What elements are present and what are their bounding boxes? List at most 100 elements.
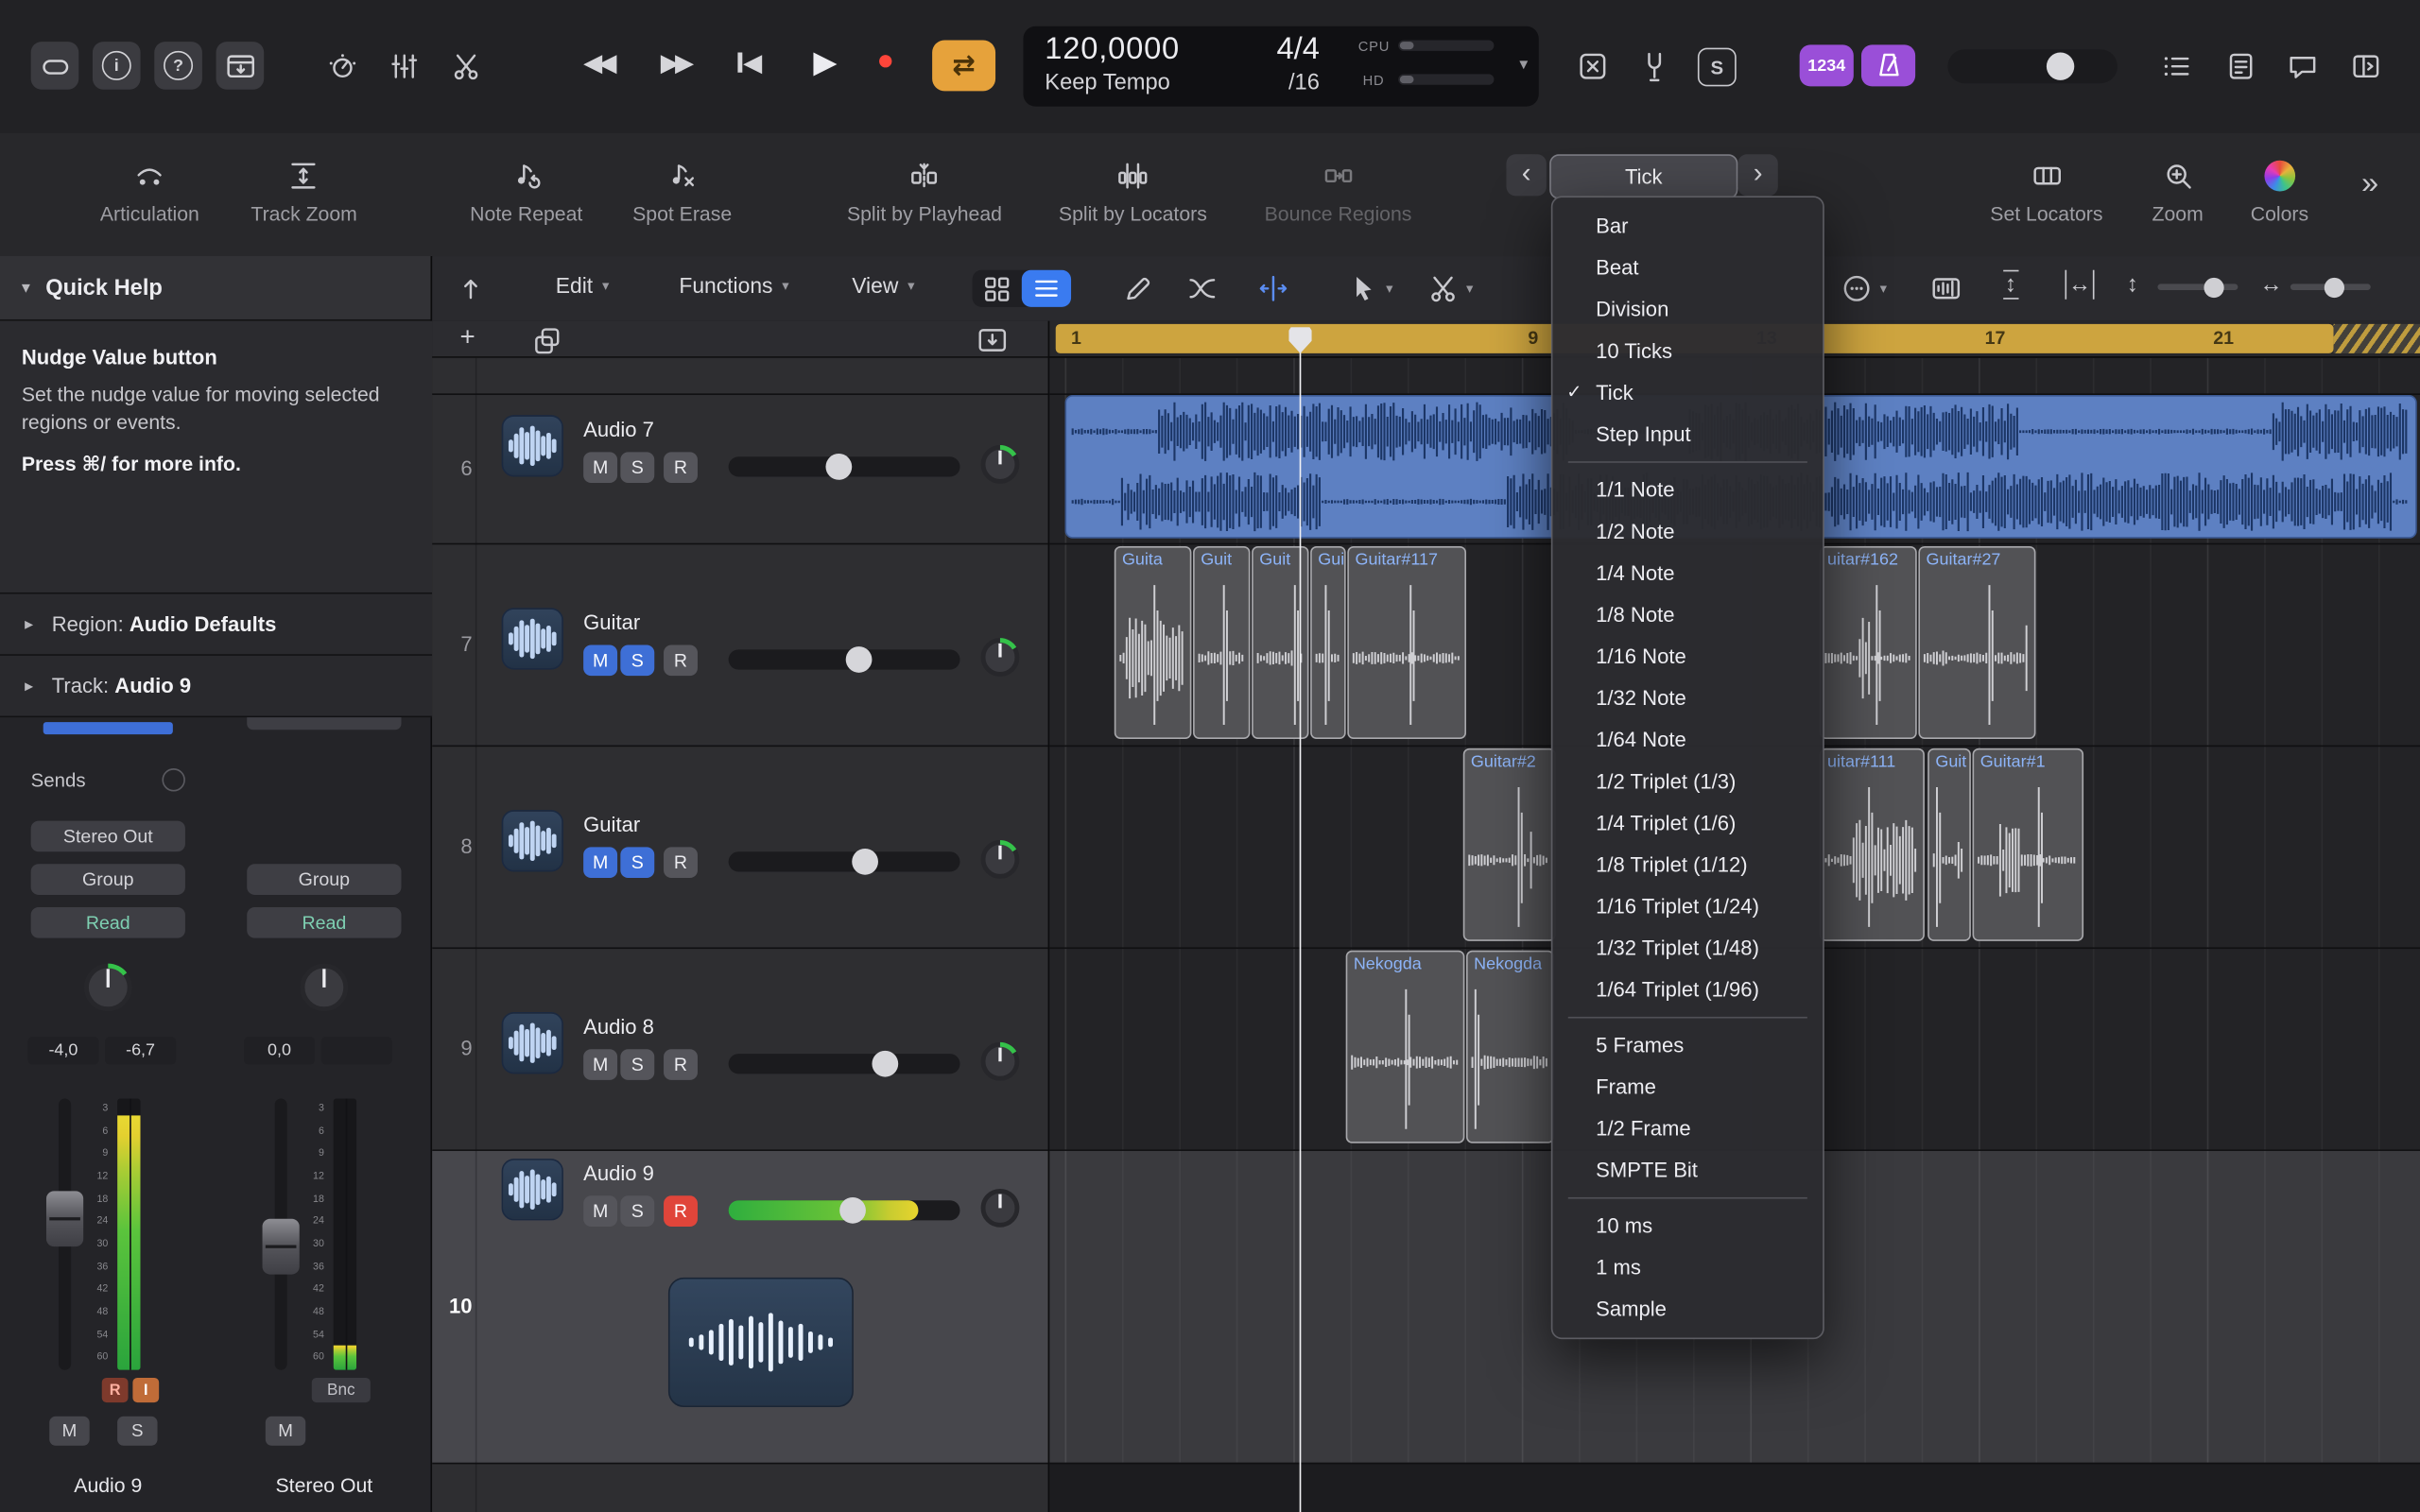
volume-slider[interactable] [729, 851, 960, 871]
record-button[interactable]: ● [876, 44, 894, 78]
pan-knob[interactable] [978, 636, 1022, 679]
play-button[interactable]: ▶ [813, 43, 837, 82]
record-enable-button[interactable]: R [102, 1378, 129, 1402]
audio-region-guit[interactable]: Guit [1927, 748, 1971, 941]
track-number[interactable]: 7 [432, 543, 472, 746]
split-by-playhead-button[interactable]: Split by Playhead [847, 151, 1002, 225]
menu-item-1-16-note[interactable]: 1/16 Note [1552, 636, 1823, 678]
view-menu[interactable]: View▾ [852, 273, 914, 298]
go-to-beginning-button[interactable]: ◀ [737, 48, 762, 79]
waveform-zoom-button[interactable] [1929, 271, 1963, 305]
vertical-zoom-thumb[interactable] [2204, 277, 2223, 297]
nudge-value-button[interactable]: Tick [1549, 154, 1737, 198]
group-button[interactable]: Group [31, 864, 185, 895]
volume-thumb[interactable] [846, 646, 873, 673]
track-icon-large[interactable] [668, 1278, 854, 1407]
menu-item-1-32-note[interactable]: 1/32 Note [1552, 678, 1823, 719]
pan-knob[interactable] [978, 1187, 1022, 1230]
track-import-button[interactable] [976, 324, 1010, 358]
list-editors-button[interactable] [2157, 48, 2194, 85]
audio-region-uitar-111[interactable]: uitar#111 [1820, 748, 1925, 941]
menu-item-1-16-triplet-1-24[interactable]: 1/16 Triplet (1/24) [1552, 885, 1823, 927]
record-enable-button[interactable]: R [664, 1195, 698, 1227]
peak-value[interactable]: -6,7 [105, 1037, 176, 1064]
set-locators-button[interactable]: Set Locators [1990, 151, 2102, 225]
audio-region-guitar-2[interactable]: Guitar#2 [1463, 748, 1556, 941]
lcd-chevron-icon[interactable]: ▾ [1519, 54, 1528, 74]
record-enable-button[interactable]: R [664, 1049, 698, 1080]
record-enable-button[interactable]: R [664, 452, 698, 483]
spot-erase-button[interactable]: Spot Erase [632, 151, 732, 225]
volume-thumb[interactable] [872, 1051, 898, 1077]
menu-item-step-input[interactable]: Step Input [1552, 414, 1823, 455]
mute-button[interactable]: M [583, 644, 617, 676]
duplicate-track-button[interactable] [531, 324, 565, 358]
menu-item-1-4-triplet-1-6[interactable]: 1/4 Triplet (1/6) [1552, 802, 1823, 844]
menu-item-1-ms[interactable]: 1 ms [1552, 1246, 1823, 1288]
menu-item-1-8-note[interactable]: 1/8 Note [1552, 594, 1823, 636]
zoom-button[interactable]: Zoom [2152, 151, 2204, 225]
solo-button[interactable]: S [620, 452, 654, 483]
solo-button[interactable]: S [117, 1417, 157, 1446]
audio-region-nekogda[interactable]: Nekogda [1346, 951, 1465, 1143]
track-name[interactable]: Guitar [583, 813, 640, 835]
cycle-button[interactable]: ⇄ [932, 40, 995, 91]
track-header-guitar[interactable]: 8GuitarMSR [432, 746, 1049, 948]
sends-row[interactable]: Sends [31, 768, 185, 791]
menu-item-1-64-note[interactable]: 1/64 Note [1552, 719, 1823, 761]
pan-knob[interactable] [82, 961, 135, 1022]
track-number[interactable]: 6 [432, 393, 472, 542]
audio-region-guita[interactable]: Guita [1115, 546, 1192, 739]
count-in-button[interactable]: 1234 [1800, 44, 1854, 86]
inspector-button[interactable]: i [93, 42, 141, 90]
track-inspector-row[interactable]: ▸ Track: Audio 9 [0, 656, 432, 717]
mute-button[interactable]: M [583, 452, 617, 483]
volume-slider[interactable] [729, 1200, 960, 1220]
solo-mode-button[interactable]: S [1698, 48, 1737, 87]
mute-button[interactable]: M [266, 1417, 305, 1446]
flex-button[interactable] [1256, 271, 1290, 305]
audio-region-nekogda[interactable]: Nekogda [1466, 951, 1554, 1143]
track-header-audio-9[interactable]: 10Audio 9MSR [432, 1149, 1049, 1462]
lcd-display[interactable]: 120,0000 Keep Tempo 4/4 /16 CPU HD ▾ [1023, 26, 1538, 107]
nudge-forward-button[interactable]: › [1737, 154, 1777, 196]
automation-mode-button[interactable]: Read [31, 907, 185, 938]
toolbar-overflow-button[interactable]: » [2361, 166, 2378, 202]
browsers-button[interactable] [2347, 48, 2384, 85]
crossfade-tool-button[interactable] [1185, 271, 1219, 305]
track-icon[interactable] [502, 415, 563, 476]
menu-item-smpte-bit[interactable]: SMPTE Bit [1552, 1149, 1823, 1191]
send-knob[interactable] [162, 768, 184, 791]
solo-button[interactable]: S [620, 1195, 654, 1227]
audio-region-guitar-1[interactable]: Guitar#1 [1973, 748, 2084, 941]
volume-thumb[interactable] [825, 454, 852, 480]
nudge-back-button[interactable]: ‹ [1506, 154, 1546, 196]
pan-knob[interactable] [978, 443, 1022, 487]
pointer-tool-selector[interactable]: ▾ [1346, 271, 1393, 305]
volume-slider[interactable] [729, 649, 960, 669]
menu-item-1-8-triplet-1-12[interactable]: 1/8 Triplet (1/12) [1552, 844, 1823, 885]
track-name[interactable]: Audio 9 [583, 1161, 654, 1184]
menu-item-1-2-frame[interactable]: 1/2 Frame [1552, 1108, 1823, 1149]
menu-item-1-2-note[interactable]: 1/2 Note [1552, 510, 1823, 552]
autopunch-button[interactable] [1574, 48, 1611, 85]
solo-button[interactable]: S [620, 644, 654, 676]
track-icon[interactable] [502, 1012, 563, 1074]
track-number[interactable]: 8 [432, 746, 472, 948]
cut-button[interactable] [447, 48, 484, 85]
mixer-button[interactable] [386, 48, 423, 85]
track-icon[interactable] [502, 1159, 563, 1220]
track-zoom-button[interactable]: Track Zoom [251, 151, 356, 225]
track-icon[interactable] [502, 810, 563, 871]
pencil-tool-button[interactable] [1120, 271, 1154, 305]
track-icon[interactable] [502, 608, 563, 669]
horizontal-zoom-thumb[interactable] [2325, 277, 2344, 297]
mute-button[interactable]: M [583, 847, 617, 878]
volume-thumb[interactable] [852, 849, 878, 875]
volume-fader[interactable] [275, 1098, 287, 1369]
track-number[interactable]: 9 [432, 947, 472, 1149]
quick-help-header[interactable]: ▾ Quick Help [0, 256, 431, 321]
note-repeat-button[interactable]: Note Repeat [470, 151, 582, 225]
note-pads-button[interactable] [2222, 48, 2259, 85]
menu-item-1-32-triplet-1-48[interactable]: 1/32 Triplet (1/48) [1552, 927, 1823, 969]
